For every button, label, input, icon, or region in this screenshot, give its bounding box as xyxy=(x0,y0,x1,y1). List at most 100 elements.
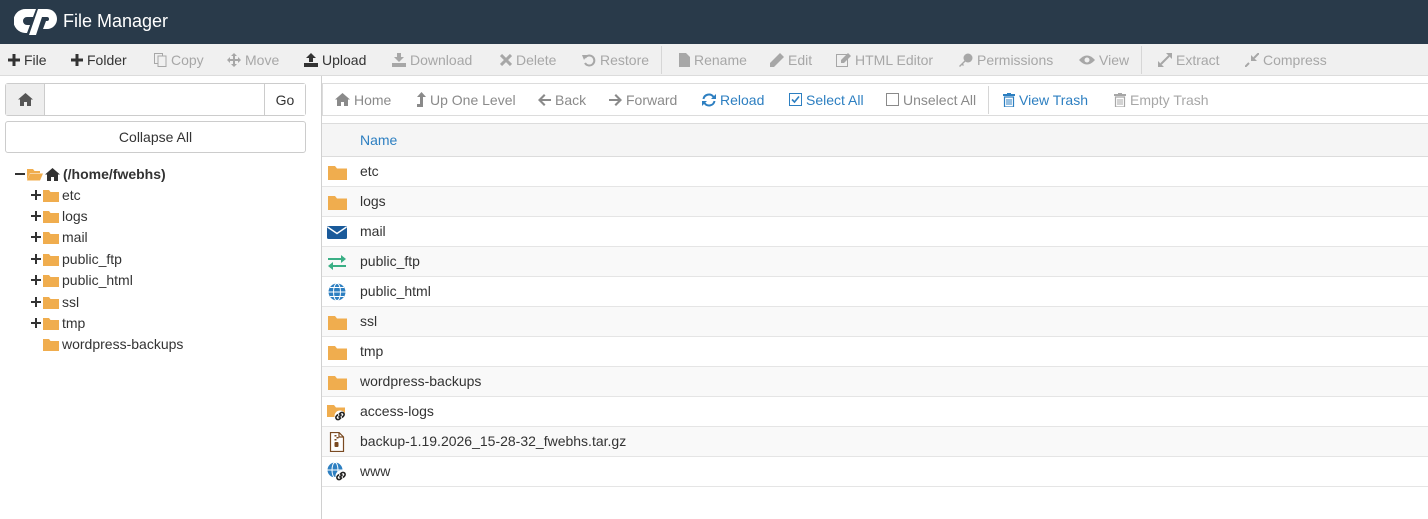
exchange-icon xyxy=(328,255,346,270)
delete-button[interactable]: Delete xyxy=(500,44,556,75)
copy-button[interactable]: Copy xyxy=(154,44,204,75)
tree-item-public-ftp[interactable]: public_ftp xyxy=(31,249,122,269)
folder-icon xyxy=(43,317,59,330)
table-row[interactable]: etc xyxy=(322,157,1428,187)
tree-item-etc[interactable]: etc xyxy=(31,185,81,205)
download-button[interactable]: Download xyxy=(392,44,472,75)
view-trash-button[interactable]: View Trash xyxy=(1003,84,1088,115)
file-name: www xyxy=(360,463,391,479)
expand-plus-icon[interactable] xyxy=(31,232,41,242)
tree-item-logs[interactable]: logs xyxy=(31,206,88,226)
table-row[interactable]: tmp xyxy=(322,337,1428,367)
toolbar-label: Move xyxy=(245,51,280,68)
trash-icon xyxy=(1114,92,1126,107)
folder-open-icon xyxy=(27,168,43,180)
nav-separator xyxy=(988,86,989,114)
folder-icon xyxy=(328,166,347,180)
file-name: tmp xyxy=(360,343,384,359)
table-row[interactable]: public_html xyxy=(322,277,1428,307)
main-toolbar: File Folder Copy Move Upload Download De… xyxy=(0,44,1428,76)
tree-root[interactable]: (/home/fwebhs) xyxy=(15,164,166,184)
folder-link-icon xyxy=(327,405,346,422)
toolbar-label: Extract xyxy=(1176,51,1220,68)
table-row[interactable]: www xyxy=(322,457,1428,487)
toolbar-label: File xyxy=(24,51,47,68)
back-button[interactable]: Back xyxy=(538,84,586,115)
table-row[interactable]: mail xyxy=(322,217,1428,247)
file-table: Name etc logs mail public_ftp public_htm… xyxy=(322,123,1428,487)
toolbar-label: Upload xyxy=(322,51,367,68)
compress-icon xyxy=(1245,52,1259,67)
expand-plus-icon[interactable] xyxy=(31,297,41,307)
folder-icon xyxy=(328,316,347,330)
table-row[interactable]: backup-1.19.2026_15-28-32_fwebhs.tar.gz xyxy=(322,427,1428,457)
move-button[interactable]: Move xyxy=(227,44,279,75)
select-all-button[interactable]: Select All xyxy=(789,84,864,115)
folder-icon xyxy=(43,253,59,266)
home-icon xyxy=(45,167,60,181)
tree-root-label: (/home/fwebhs) xyxy=(63,166,166,182)
forward-label: Forward xyxy=(626,91,678,108)
path-home-button[interactable] xyxy=(6,84,45,115)
file-name: mail xyxy=(360,223,386,239)
table-row[interactable]: public_ftp xyxy=(322,247,1428,277)
tree-item-public-html[interactable]: public_html xyxy=(31,270,133,290)
expand-plus-icon[interactable] xyxy=(31,318,41,328)
home-icon xyxy=(17,93,33,106)
forward-button[interactable]: Forward xyxy=(609,84,677,115)
extract-button[interactable]: Extract xyxy=(1158,44,1220,75)
toolbar-label: View xyxy=(1099,51,1130,68)
restore-button[interactable]: Restore xyxy=(582,44,649,75)
folder-icon xyxy=(43,296,59,309)
go-button[interactable]: Go xyxy=(264,84,305,115)
expand-plus-icon[interactable] xyxy=(31,254,41,264)
table-row[interactable]: wordpress-backups xyxy=(322,367,1428,397)
rename-button[interactable]: Rename xyxy=(679,44,747,75)
expand-plus-icon[interactable] xyxy=(31,275,41,285)
file-name: ssl xyxy=(360,313,378,329)
compress-button[interactable]: Compress xyxy=(1245,44,1327,75)
new-folder-button[interactable]: Folder xyxy=(71,44,127,75)
restore-icon xyxy=(582,54,596,66)
table-row[interactable]: logs xyxy=(322,187,1428,217)
unselect-all-button[interactable]: Unselect All xyxy=(886,84,976,115)
tree-item-label: logs xyxy=(62,208,88,224)
upload-icon xyxy=(304,52,318,67)
home-button[interactable]: Home xyxy=(335,84,391,115)
collapse-minus-icon[interactable] xyxy=(15,169,25,179)
arrow-left-icon xyxy=(538,93,551,106)
home-label: Home xyxy=(354,91,392,108)
tree-item-label: tmp xyxy=(62,315,86,331)
up-one-level-button[interactable]: Up One Level xyxy=(417,84,516,115)
reload-button[interactable]: Reload xyxy=(702,84,764,115)
trash-icon xyxy=(1003,92,1015,107)
tree-item-ssl[interactable]: ssl xyxy=(31,292,79,312)
path-input[interactable] xyxy=(46,84,264,115)
empty-trash-button[interactable]: Empty Trash xyxy=(1114,84,1209,115)
view-button[interactable]: View xyxy=(1079,44,1129,75)
edit-button[interactable]: Edit xyxy=(770,44,812,75)
app-title: File Manager xyxy=(63,11,169,31)
upload-button[interactable]: Upload xyxy=(304,44,366,75)
permissions-button[interactable]: Permissions xyxy=(959,44,1053,75)
table-row[interactable]: access-logs xyxy=(322,397,1428,427)
expand-plus-icon[interactable] xyxy=(31,211,41,221)
expand-plus-icon[interactable] xyxy=(31,190,41,200)
html-editor-icon xyxy=(836,52,851,67)
pencil-icon xyxy=(770,52,784,67)
html-editor-button[interactable]: HTML Editor xyxy=(836,44,933,75)
tree-item-tmp[interactable]: tmp xyxy=(31,313,85,333)
name-column-header[interactable]: Name xyxy=(360,132,397,148)
folder-icon xyxy=(43,189,59,202)
envelope-icon xyxy=(327,226,347,239)
folder-icon xyxy=(328,196,347,210)
tree-item-label: public_html xyxy=(62,272,133,288)
table-row[interactable]: ssl xyxy=(322,307,1428,337)
toolbar-label: Permissions xyxy=(977,51,1054,68)
tree-item-mail[interactable]: mail xyxy=(31,227,88,247)
tree-item-wordpress-backups[interactable]: wordpress-backups xyxy=(43,334,183,354)
collapse-all-button[interactable]: Collapse All xyxy=(5,121,306,153)
toolbar-label: Delete xyxy=(516,51,557,68)
table-header: Name xyxy=(322,123,1428,157)
new-file-button[interactable]: File xyxy=(8,44,47,75)
